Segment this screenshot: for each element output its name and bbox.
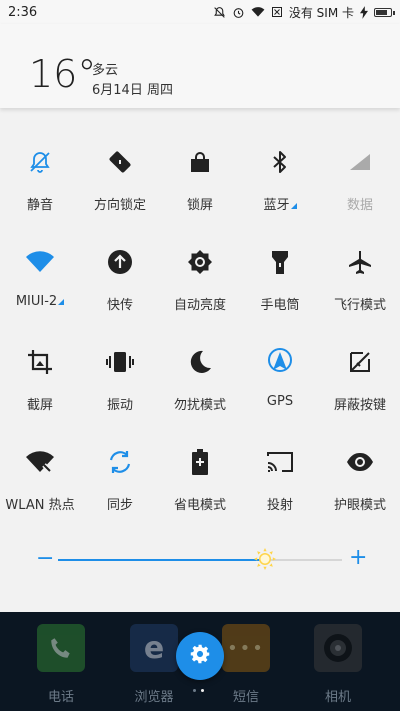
toggle-hotspot[interactable]: WLAN 热点 — [0, 430, 80, 530]
brightness-track[interactable] — [58, 548, 342, 570]
auto-brightness-icon — [186, 248, 214, 276]
battery-icon — [374, 7, 395, 17]
app-name: 电话 — [47, 690, 74, 705]
toggle-mute[interactable]: 静音 — [0, 130, 80, 230]
block-keys-icon — [346, 348, 374, 376]
toggle-lock-screen[interactable]: 锁屏 — [160, 130, 240, 230]
hotspot-icon — [26, 448, 54, 476]
toggle-label: 屏蔽按键 — [333, 398, 386, 413]
toggle-label: 同步 — [106, 498, 133, 513]
sun-icon[interactable] — [254, 548, 277, 570]
message-icon: ••• — [222, 624, 270, 672]
gps-icon — [266, 348, 294, 376]
toggle-wifi[interactable]: MIUI-2 — [0, 230, 80, 330]
dock-app-phone[interactable]: 电话 — [21, 624, 101, 705]
toggle-label: WLAN 热点 — [5, 498, 75, 513]
toggle-screenshot[interactable]: 截屏 — [0, 330, 80, 430]
upload-icon — [106, 248, 134, 276]
battery-saver-icon — [186, 448, 214, 476]
brightness-increase-button[interactable]: + — [349, 547, 367, 569]
no-sim-icon — [271, 6, 283, 18]
toggle-label: 方向锁定 — [93, 198, 146, 213]
status-time: 2:36 — [8, 4, 38, 20]
page-indicator — [193, 689, 204, 692]
wifi-icon — [26, 248, 54, 276]
toggle-label: 截屏 — [26, 398, 53, 413]
toggle-gps[interactable]: GPS — [240, 330, 320, 430]
toggle-label: 锁屏 — [186, 198, 213, 213]
sync-icon — [106, 448, 134, 476]
toggle-label: 快传 — [106, 298, 133, 313]
toggle-airplane[interactable]: 飞行模式 — [320, 230, 400, 330]
toggle-eye-care[interactable]: 护眼模式 — [320, 430, 400, 530]
toggle-flashlight[interactable]: 手电筒 — [240, 230, 320, 330]
brightness-slider[interactable]: − + — [0, 545, 400, 575]
toggle-vibrate[interactable]: 振动 — [80, 330, 160, 430]
weather-header[interactable]: 16° 多云 6月14日 周四 — [0, 24, 400, 108]
toggle-rotation-lock[interactable]: 方向锁定 — [80, 130, 160, 230]
wifi-status-icon — [251, 6, 265, 18]
bluetooth-icon — [266, 148, 294, 176]
toggle-label: 蓝牙 — [240, 194, 320, 213]
toggle-label: 勿扰模式 — [173, 398, 226, 413]
toggle-cast[interactable]: 投射 — [240, 430, 320, 530]
eye-icon — [346, 448, 374, 476]
toggle-label: 投射 — [266, 498, 293, 513]
app-name: 浏览器 — [134, 690, 174, 705]
date-label: 6月14日 周四 — [92, 83, 173, 98]
bell-muted-icon — [26, 148, 54, 176]
toggle-label: 护眼模式 — [333, 498, 386, 513]
more-indicator — [58, 299, 65, 305]
alarm-icon — [232, 6, 245, 19]
toggle-bluetooth[interactable]: 蓝牙 — [240, 130, 320, 230]
toggle-battery-saver[interactable]: 省电模式 — [160, 430, 240, 530]
airplane-icon — [346, 248, 374, 276]
phone-icon — [37, 624, 85, 672]
carrier-text: 没有 SIM 卡 — [288, 5, 354, 20]
toggle-auto-brightness[interactable]: 自动亮度 — [160, 230, 240, 330]
status-bar: 2:36 没有 SIM 卡 — [0, 0, 400, 24]
lock-bag-icon — [186, 148, 214, 176]
toggle-label: 自动亮度 — [173, 298, 226, 313]
more-indicator — [290, 203, 297, 209]
flashlight-icon — [266, 248, 294, 276]
settings-button[interactable] — [176, 632, 224, 680]
temperature: 16° — [29, 52, 97, 96]
toggle-label: 振动 — [106, 398, 133, 413]
toggle-label: GPS — [266, 394, 294, 409]
brightness-decrease-button[interactable]: − — [36, 548, 54, 570]
toggle-label: 数据 — [346, 198, 373, 213]
screenshot-icon — [26, 348, 54, 376]
charging-icon — [360, 5, 368, 19]
browser-icon: e — [130, 624, 178, 672]
toggle-label: 飞行模式 — [333, 298, 386, 313]
vibrate-icon — [106, 348, 134, 376]
toggle-label: MIUI-2 — [0, 294, 80, 309]
brightness-fill — [58, 559, 266, 561]
toggle-label: 手电筒 — [260, 298, 300, 313]
rotation-lock-icon — [106, 148, 134, 176]
status-icons: 没有 SIM 卡 — [213, 4, 395, 21]
toggle-quick-transfer[interactable]: 快传 — [80, 230, 160, 330]
mute-notification-icon — [213, 6, 226, 19]
cast-icon — [266, 448, 294, 476]
toggle-label: 静音 — [26, 198, 53, 213]
gear-icon — [190, 644, 210, 668]
dock-app-camera[interactable]: 相机 — [298, 624, 378, 705]
toggle-sync[interactable]: 同步 — [80, 430, 160, 530]
toggle-block-keys[interactable]: 屏蔽按键 — [320, 330, 400, 430]
app-name: 短信 — [232, 690, 259, 705]
toggle-label: 省电模式 — [173, 498, 226, 513]
moon-icon — [186, 348, 214, 376]
signal-icon — [346, 148, 374, 176]
weather-condition: 多云 — [92, 63, 119, 78]
toggle-dnd[interactable]: 勿扰模式 — [160, 330, 240, 430]
toggle-data[interactable]: 数据 — [320, 130, 400, 230]
app-name: 相机 — [324, 690, 351, 705]
camera-icon — [314, 624, 362, 672]
